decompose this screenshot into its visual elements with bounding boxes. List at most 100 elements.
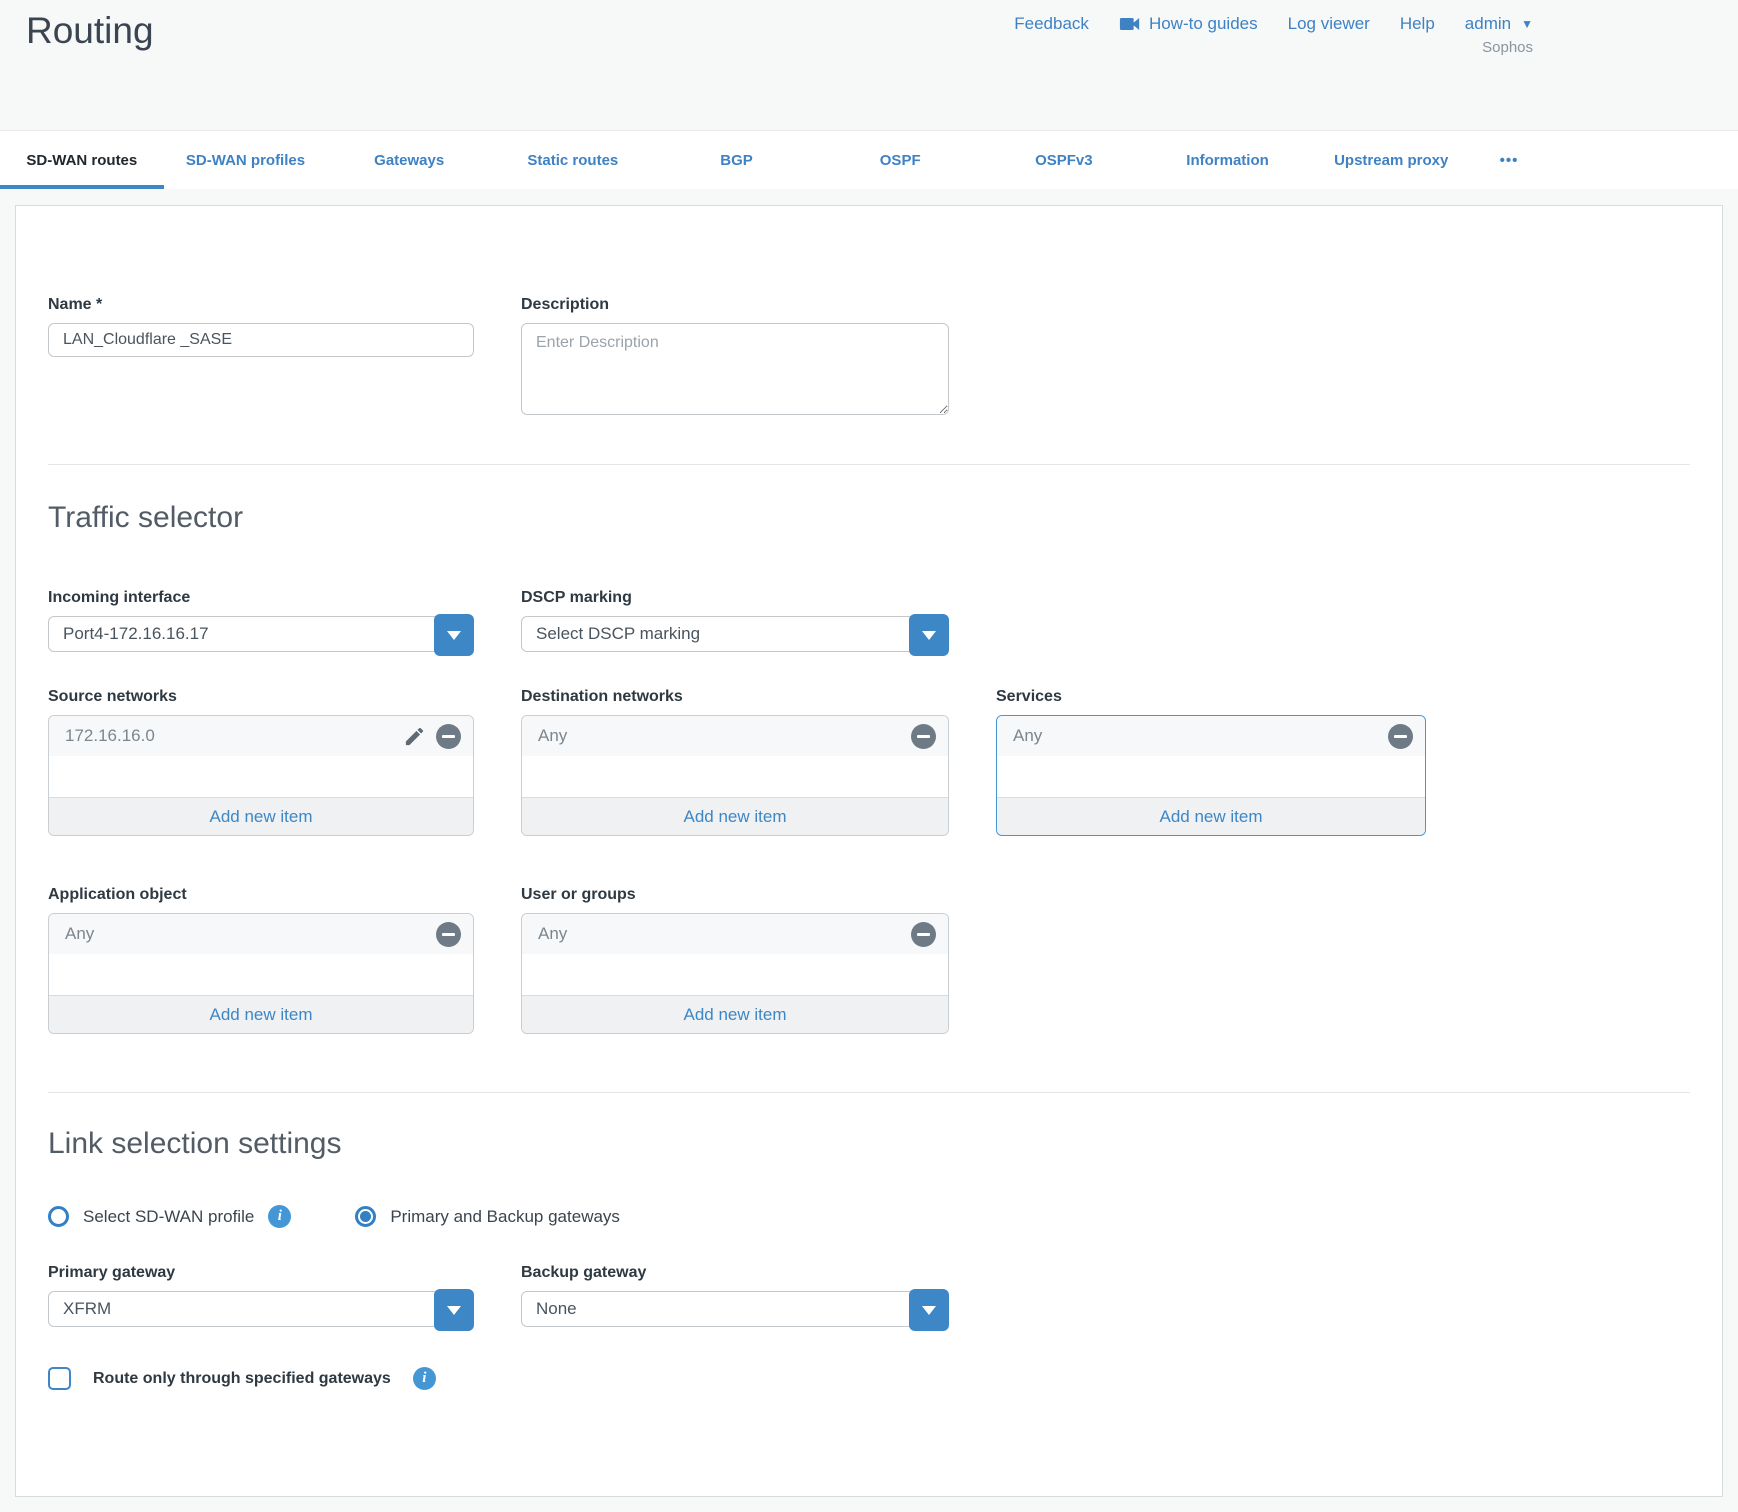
help-link[interactable]: Help: [1400, 14, 1435, 34]
add-new-item-button[interactable]: Add new item: [49, 797, 473, 835]
radio-select-sdwan-profile[interactable]: Select SD-WAN profile: [48, 1205, 291, 1228]
name-field-group: Name *: [48, 296, 474, 420]
sdwan-route-form: Name * Description Traffic selector Inco…: [15, 205, 1723, 1497]
remove-item-icon[interactable]: [436, 922, 461, 947]
source-networks-box: 172.16.16.0 Add new item: [48, 715, 474, 836]
feedback-link[interactable]: Feedback: [1014, 14, 1089, 34]
radio-primary-backup-gateways[interactable]: Primary and Backup gateways: [355, 1206, 620, 1227]
add-new-item-button[interactable]: Add new item: [522, 797, 948, 835]
add-new-item-button[interactable]: Add new item: [997, 797, 1425, 835]
list-item: 172.16.16.0: [49, 716, 473, 756]
dropdown-arrow-icon[interactable]: [909, 1289, 949, 1331]
log-viewer-link[interactable]: Log viewer: [1288, 14, 1370, 34]
gateway-row: Primary gateway XFRM Backup gateway None: [48, 1264, 1690, 1327]
page-header: Routing Feedback How-to guides Log viewe…: [0, 0, 1738, 130]
user-or-groups-label: User or groups: [521, 886, 949, 904]
radio-unselected-icon[interactable]: [48, 1206, 69, 1227]
backup-gateway-group: Backup gateway None: [521, 1264, 949, 1327]
list-empty-area: [49, 756, 473, 797]
list-item-text: Any: [1013, 726, 1042, 746]
application-users-row: Application object Any Add new item User…: [48, 886, 1690, 1034]
header-links: Feedback How-to guides Log viewer Help a…: [1014, 14, 1533, 34]
routing-page: Routing Feedback How-to guides Log viewe…: [0, 0, 1738, 1512]
dscp-marking-select[interactable]: Select DSCP marking: [521, 616, 949, 652]
incoming-interface-value: Port4-172.16.16.17: [63, 624, 209, 644]
dscp-marking-group: DSCP marking Select DSCP marking: [521, 589, 949, 652]
howto-guides-label: How-to guides: [1149, 14, 1258, 34]
application-object-label: Application object: [48, 886, 474, 904]
link-selection-heading: Link selection settings: [48, 1127, 1690, 1161]
primary-gateway-label: Primary gateway: [48, 1264, 474, 1282]
incoming-interface-label: Incoming interface: [48, 589, 474, 607]
interface-dscp-row: Incoming interface Port4-172.16.16.17 DS…: [48, 589, 1690, 652]
dropdown-arrow-icon[interactable]: [434, 614, 474, 656]
description-input[interactable]: [521, 323, 949, 415]
services-label: Services: [996, 688, 1426, 706]
name-input[interactable]: [48, 323, 474, 357]
admin-label: admin: [1465, 14, 1511, 34]
name-description-row: Name * Description: [48, 296, 1690, 420]
destination-networks-label: Destination networks: [521, 688, 949, 706]
link-mode-radio-group: Select SD-WAN profile Primary and Backup…: [48, 1205, 1690, 1228]
tab-sdwan-routes[interactable]: SD-WAN routes: [0, 131, 164, 189]
description-field-group: Description: [521, 296, 949, 420]
edit-icon[interactable]: [403, 725, 426, 748]
primary-gateway-group: Primary gateway XFRM: [48, 1264, 474, 1327]
tab-sdwan-profiles[interactable]: SD-WAN profiles: [164, 131, 328, 189]
admin-menu[interactable]: admin ▼: [1465, 14, 1533, 34]
tab-upstream-proxy[interactable]: Upstream proxy: [1309, 131, 1473, 189]
list-item-text: Any: [65, 924, 94, 944]
route-only-checkbox[interactable]: [48, 1367, 71, 1390]
backup-gateway-label: Backup gateway: [521, 1264, 949, 1282]
backup-gateway-select[interactable]: None: [521, 1291, 949, 1327]
tab-bgp[interactable]: BGP: [655, 131, 819, 189]
list-item: Any: [522, 914, 948, 954]
route-only-label: Route only through specified gateways: [93, 1370, 391, 1388]
incoming-interface-select[interactable]: Port4-172.16.16.17: [48, 616, 474, 652]
remove-item-icon[interactable]: [911, 922, 936, 947]
tab-ospf[interactable]: OSPF: [818, 131, 982, 189]
radio-label: Primary and Backup gateways: [390, 1207, 620, 1227]
incoming-interface-group: Incoming interface Port4-172.16.16.17: [48, 589, 474, 652]
dscp-marking-value: Select DSCP marking: [536, 624, 700, 644]
tab-information[interactable]: Information: [1146, 131, 1310, 189]
destination-networks-group: Destination networks Any Add new item: [521, 688, 949, 836]
tab-static-routes[interactable]: Static routes: [491, 131, 655, 189]
source-networks-label: Source networks: [48, 688, 474, 706]
list-item-text: Any: [538, 924, 567, 944]
application-object-box: Any Add new item: [48, 913, 474, 1034]
remove-item-icon[interactable]: [1388, 724, 1413, 749]
route-only-row: Route only through specified gateways: [48, 1367, 1690, 1390]
tab-gateways[interactable]: Gateways: [327, 131, 491, 189]
required-marker: *: [96, 296, 102, 313]
dropdown-arrow-icon[interactable]: [909, 614, 949, 656]
header-right: Feedback How-to guides Log viewer Help a…: [1014, 14, 1533, 56]
source-networks-group: Source networks 172.16.16.0 Add new item: [48, 688, 474, 836]
add-new-item-button[interactable]: Add new item: [49, 995, 473, 1033]
primary-gateway-select[interactable]: XFRM: [48, 1291, 474, 1327]
list-item-text: Any: [538, 726, 567, 746]
dropdown-arrow-icon[interactable]: [434, 1289, 474, 1331]
user-or-groups-box: Any Add new item: [521, 913, 949, 1034]
section-divider: [48, 464, 1690, 465]
tab-more-menu[interactable]: •••: [1473, 131, 1545, 189]
services-box: Any Add new item: [996, 715, 1426, 836]
networks-services-row: Source networks 172.16.16.0 Add new item: [48, 688, 1690, 836]
remove-item-icon[interactable]: [436, 724, 461, 749]
list-empty-area: [522, 756, 948, 797]
info-icon[interactable]: [413, 1367, 436, 1390]
radio-label: Select SD-WAN profile: [83, 1207, 254, 1227]
remove-item-icon[interactable]: [911, 724, 936, 749]
howto-guides-link[interactable]: How-to guides: [1119, 14, 1258, 34]
tab-ospfv3[interactable]: OSPFv3: [982, 131, 1146, 189]
user-or-groups-group: User or groups Any Add new item: [521, 886, 949, 1034]
list-empty-area: [49, 954, 473, 995]
page-title: Routing: [26, 10, 154, 52]
video-camera-icon: [1119, 16, 1141, 32]
section-divider: [48, 1092, 1690, 1093]
list-item: Any: [49, 914, 473, 954]
add-new-item-button[interactable]: Add new item: [522, 995, 948, 1033]
dscp-marking-label: DSCP marking: [521, 589, 949, 607]
radio-selected-icon[interactable]: [355, 1206, 376, 1227]
info-icon[interactable]: [268, 1205, 291, 1228]
